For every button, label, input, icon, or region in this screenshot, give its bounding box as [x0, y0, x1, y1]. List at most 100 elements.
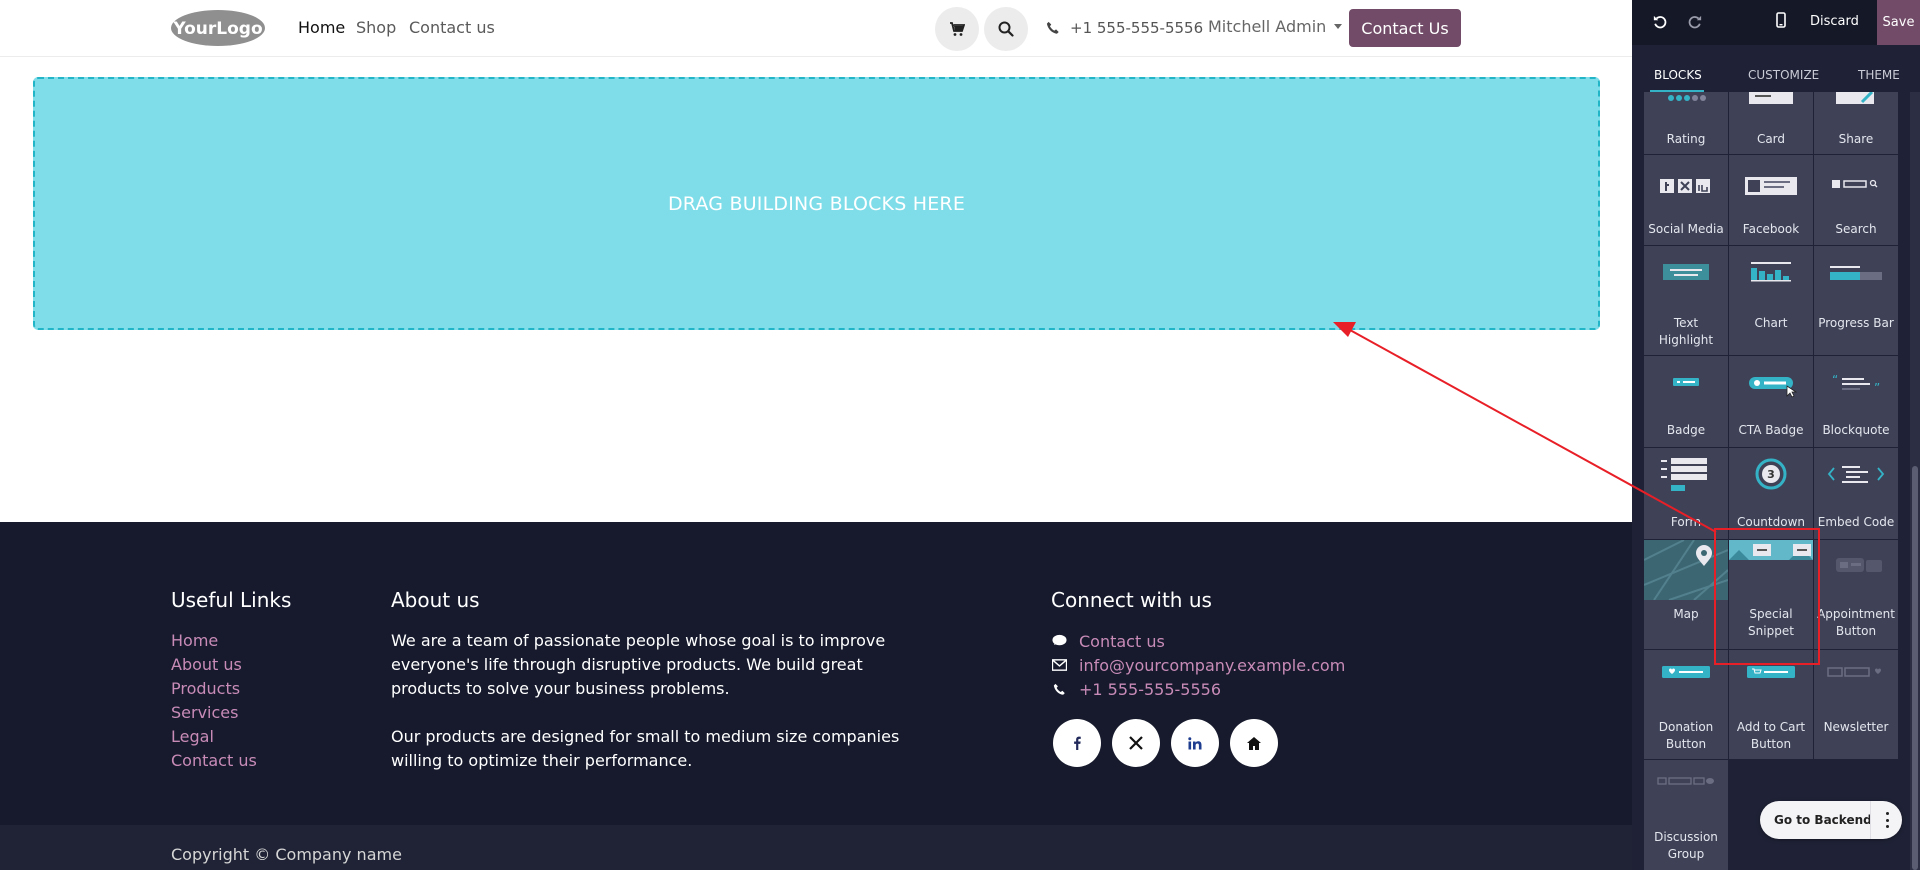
- search-button[interactable]: [984, 7, 1028, 51]
- discard-button[interactable]: Discard: [1810, 14, 1859, 29]
- block-donation-button[interactable]: Donation Button: [1644, 650, 1728, 759]
- block-rating[interactable]: Rating: [1644, 92, 1728, 154]
- go-to-backend-button[interactable]: Go to Backend: [1774, 813, 1872, 827]
- share-icon: [1836, 92, 1874, 104]
- tab-theme[interactable]: THEME: [1858, 68, 1900, 82]
- block-add-to-cart-button[interactable]: Add to Cart Button: [1729, 650, 1813, 759]
- block-label: Rating: [1666, 132, 1706, 146]
- chevron-down-icon: [1334, 24, 1343, 29]
- block-newsletter[interactable]: Newsletter: [1814, 650, 1898, 759]
- block-label: Newsletter: [1823, 720, 1889, 734]
- rating-icon: [1668, 95, 1706, 101]
- block-label: Form: [1670, 515, 1702, 529]
- kebab-menu-icon[interactable]: [1880, 812, 1894, 828]
- social-facebook-button[interactable]: [1053, 719, 1101, 767]
- block-label: Chart: [1754, 316, 1788, 330]
- tab-customize[interactable]: CUSTOMIZE: [1748, 68, 1819, 82]
- block-label: Special Snippet: [1748, 607, 1794, 638]
- user-name: Mitchell Admin: [1208, 17, 1327, 36]
- block-facebook[interactable]: Facebook: [1729, 155, 1813, 245]
- nav-shop[interactable]: Shop: [356, 18, 396, 37]
- tab-blocks[interactable]: BLOCKS: [1654, 68, 1702, 82]
- add-to-cart-icon: [1747, 666, 1795, 678]
- social-home-button[interactable]: [1230, 719, 1278, 767]
- blocks-scrollbar-thumb[interactable]: [1912, 466, 1918, 870]
- copyright-text: Copyright © Company name: [171, 845, 402, 864]
- badge-icon: [1673, 378, 1699, 386]
- editor-tabs: BLOCKS CUSTOMIZE THEME: [1632, 58, 1920, 92]
- mobile-icon: [1776, 12, 1786, 28]
- logo-text: YourLogo: [172, 19, 262, 39]
- block-search[interactable]: Search: [1814, 155, 1898, 245]
- pill-divider: [1870, 801, 1871, 839]
- about-paragraph-2: Our products are designed for small to m…: [391, 727, 900, 770]
- connect-phone-link[interactable]: +1 555-555-5556: [1051, 677, 1345, 701]
- block-label: Text Highlight: [1658, 316, 1714, 347]
- footer-link-about[interactable]: About us: [171, 653, 257, 677]
- block-cta-badge[interactable]: CTA Badge: [1729, 356, 1813, 447]
- website-preview: YourLogo Home Shop Contact us +1 555-555…: [0, 0, 1632, 870]
- user-menu[interactable]: Mitchell Admin: [1208, 17, 1343, 36]
- footer-link-home[interactable]: Home: [171, 629, 257, 653]
- blockquote-icon: “ ”: [1832, 373, 1880, 395]
- company-logo[interactable]: YourLogo: [170, 9, 266, 47]
- block-embed-code[interactable]: Embed Code: [1814, 448, 1898, 539]
- block-label: Map: [1673, 607, 1699, 621]
- block-text-highlight[interactable]: Text Highlight: [1644, 246, 1728, 355]
- nav-home[interactable]: Home: [298, 18, 345, 37]
- envelope-icon: [1051, 659, 1067, 671]
- block-progress-bar[interactable]: Progress Bar: [1814, 246, 1898, 355]
- block-label: Card: [1756, 132, 1786, 146]
- search-icon: [998, 21, 1014, 37]
- block-social-media[interactable]: Social Media: [1644, 155, 1728, 245]
- about-title: About us: [391, 588, 480, 612]
- connect-email-link[interactable]: info@yourcompany.example.com: [1051, 653, 1345, 677]
- social-linkedin-button[interactable]: [1171, 719, 1219, 767]
- nav-contact-us[interactable]: Contact us: [409, 18, 495, 37]
- connect-contact-link[interactable]: Contact us: [1051, 629, 1345, 653]
- header-phone[interactable]: +1 555-555-5556: [1046, 19, 1203, 37]
- block-label: Blockquote: [1822, 423, 1890, 437]
- about-paragraph-1: We are a team of passionate people whose…: [391, 631, 886, 698]
- connect-title: Connect with us: [1051, 588, 1212, 612]
- facebook-icon: [1745, 177, 1797, 195]
- facebook-icon: [1074, 736, 1081, 750]
- block-card[interactable]: Card: [1729, 92, 1813, 154]
- footer-link-products[interactable]: Products: [171, 677, 257, 701]
- undo-button[interactable]: [1650, 12, 1670, 32]
- header-phone-text: +1 555-555-5556: [1070, 19, 1204, 37]
- drop-zone[interactable]: DRAG BUILDING BLOCKS HERE: [33, 77, 1600, 330]
- block-appointment-button[interactable]: Appointment Button: [1814, 540, 1898, 649]
- svg-text:“: “: [1832, 373, 1838, 387]
- special-snippet-icon: [1729, 540, 1813, 560]
- block-label: Embed Code: [1817, 515, 1895, 529]
- cart-button[interactable]: [935, 7, 979, 51]
- website-footer: Useful Links Home About us Products Serv…: [0, 522, 1632, 825]
- redo-icon: [1688, 15, 1702, 29]
- footer-link-contact[interactable]: Contact us: [171, 749, 257, 773]
- undo-icon: [1653, 15, 1667, 29]
- social-x-button[interactable]: [1112, 719, 1160, 767]
- block-map[interactable]: Map: [1644, 540, 1728, 649]
- block-label: Discussion Group: [1654, 830, 1718, 861]
- block-label: Progress Bar: [1818, 316, 1894, 330]
- block-share[interactable]: Share: [1814, 92, 1898, 154]
- save-button[interactable]: Save: [1877, 0, 1920, 45]
- svg-text:”: ”: [1874, 381, 1880, 395]
- contact-us-cta-button[interactable]: Contact Us: [1349, 9, 1461, 47]
- connect-list: Contact us info@yourcompany.example.com …: [1051, 629, 1345, 701]
- block-discussion-group[interactable]: Discussion Group: [1644, 760, 1728, 870]
- block-label: Add to Cart Button: [1736, 720, 1806, 751]
- block-special-snippet[interactable]: Special Snippet: [1729, 540, 1813, 649]
- footer-link-legal[interactable]: Legal: [171, 725, 257, 749]
- website-navbar: YourLogo Home Shop Contact us +1 555-555…: [0, 0, 1632, 57]
- block-label: Facebook: [1742, 222, 1800, 236]
- mobile-preview-button[interactable]: [1776, 12, 1786, 32]
- block-form[interactable]: Form: [1644, 448, 1728, 539]
- block-blockquote[interactable]: “ ” Blockquote: [1814, 356, 1898, 447]
- block-chart[interactable]: Chart: [1729, 246, 1813, 355]
- footer-link-services[interactable]: Services: [171, 701, 257, 725]
- block-badge[interactable]: Badge: [1644, 356, 1728, 447]
- block-countdown[interactable]: 3 Countdown: [1729, 448, 1813, 539]
- redo-button[interactable]: [1685, 12, 1705, 32]
